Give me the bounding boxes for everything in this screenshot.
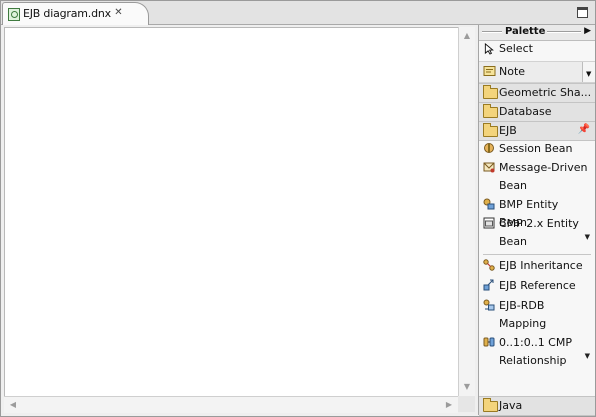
folder-icon: [483, 85, 498, 99]
horizontal-scrollbar[interactable]: ◀ ▶: [4, 396, 458, 413]
tool-select[interactable]: Select: [479, 40, 595, 58]
scroll-corner: [458, 396, 475, 412]
tool-bmp-entity-bean[interactable]: BMP Entity Bean: [479, 195, 595, 229]
triangle-right-icon[interactable]: ▶: [584, 26, 591, 36]
tool-message-driven-bean[interactable]: Message-Driven Bean: [479, 158, 595, 194]
pin-icon[interactable]: 📌: [578, 124, 590, 135]
tool-session-bean[interactable]: Session Bean: [479, 139, 595, 157]
chevron-down-icon[interactable]: ▼: [585, 352, 590, 360]
drawer-database[interactable]: Database: [479, 102, 595, 122]
diagram-file-icon: [8, 8, 20, 21]
drawer-java[interactable]: Java: [479, 396, 595, 416]
reference-icon: [483, 279, 494, 291]
folder-icon: [483, 104, 498, 118]
cmp-entity-icon: [483, 217, 495, 229]
arrow-cursor-icon: [484, 43, 494, 55]
close-icon[interactable]: ✕: [113, 7, 124, 18]
editor-tab-bar: EJB diagram.dnx ✕: [1, 1, 595, 25]
tool-label: CMP 2.x Entity Bean: [499, 217, 579, 248]
tool-label: EJB-RDB Mapping: [499, 299, 547, 330]
diagram-canvas[interactable]: [4, 27, 458, 398]
editor-tab[interactable]: EJB diagram.dnx ✕: [2, 2, 149, 25]
palette-header[interactable]: Palette ▶: [479, 25, 595, 41]
editor-window: EJB diagram.dnx ✕ ▲ ▼ ◀ ▶ Palette ▶ Sele…: [0, 0, 596, 417]
inheritance-icon: [483, 259, 495, 271]
scroll-up-icon[interactable]: ▲: [460, 29, 474, 43]
chevron-down-icon[interactable]: ▼: [585, 233, 590, 241]
tool-label: 0..1:0..1 CMP Relationship: [499, 336, 572, 367]
tool-label: EJB Inheritance: [499, 259, 583, 272]
maximize-icon[interactable]: [577, 7, 588, 18]
drawer-label: Java: [499, 399, 523, 412]
scroll-left-icon[interactable]: ◀: [6, 398, 20, 412]
vertical-scrollbar[interactable]: ▲ ▼: [458, 27, 475, 396]
scroll-right-icon[interactable]: ▶: [442, 398, 456, 412]
editor-tab-label: EJB diagram.dnx: [23, 7, 111, 20]
tool-ejb-reference[interactable]: EJB Reference: [479, 276, 595, 294]
session-bean-icon: [484, 143, 494, 153]
mapping-icon: [483, 299, 495, 311]
tool-label: Select: [499, 42, 533, 55]
folder-icon: [483, 123, 498, 137]
grip-icon: [547, 31, 581, 33]
bmp-entity-icon: [483, 198, 495, 210]
tool-label: Session Bean: [499, 142, 573, 155]
drawer-ejb[interactable]: EJB 📌: [479, 121, 595, 141]
drawer-label: Database: [499, 105, 552, 118]
drawer-label: EJB: [499, 124, 517, 137]
grip-icon: [482, 31, 502, 33]
note-dropdown[interactable]: ▼: [582, 62, 595, 82]
message-bean-icon: [483, 162, 495, 173]
note-icon: [483, 66, 496, 76]
drawer-label: Geometric Sha...: [499, 86, 592, 99]
tool-label: Message-Driven Bean: [499, 161, 588, 192]
palette: Palette ▶ Select Note ▼ Geometric Sha...: [478, 25, 595, 416]
tool-note[interactable]: Note ▼: [479, 61, 595, 83]
palette-title: Palette: [505, 26, 546, 37]
drawer-geometric-shapes[interactable]: Geometric Sha...: [479, 83, 595, 103]
tool-cmp-entity-bean[interactable]: CMP 2.x Entity Bean ▼: [479, 214, 595, 250]
tool-label: EJB Reference: [499, 279, 576, 292]
tool-ejb-inheritance[interactable]: EJB Inheritance: [479, 256, 595, 274]
tool-label: Note: [499, 65, 526, 78]
relationship-icon: [483, 337, 495, 347]
scroll-down-icon[interactable]: ▼: [460, 380, 474, 394]
palette-separator: [483, 254, 591, 255]
folder-icon: [483, 398, 498, 412]
tool-cmp-relationship[interactable]: 0..1:0..1 CMP Relationship ▼: [479, 333, 595, 369]
chevron-down-icon: ▼: [586, 70, 592, 78]
tool-ejb-rdb-mapping[interactable]: EJB-RDB Mapping: [479, 296, 595, 332]
